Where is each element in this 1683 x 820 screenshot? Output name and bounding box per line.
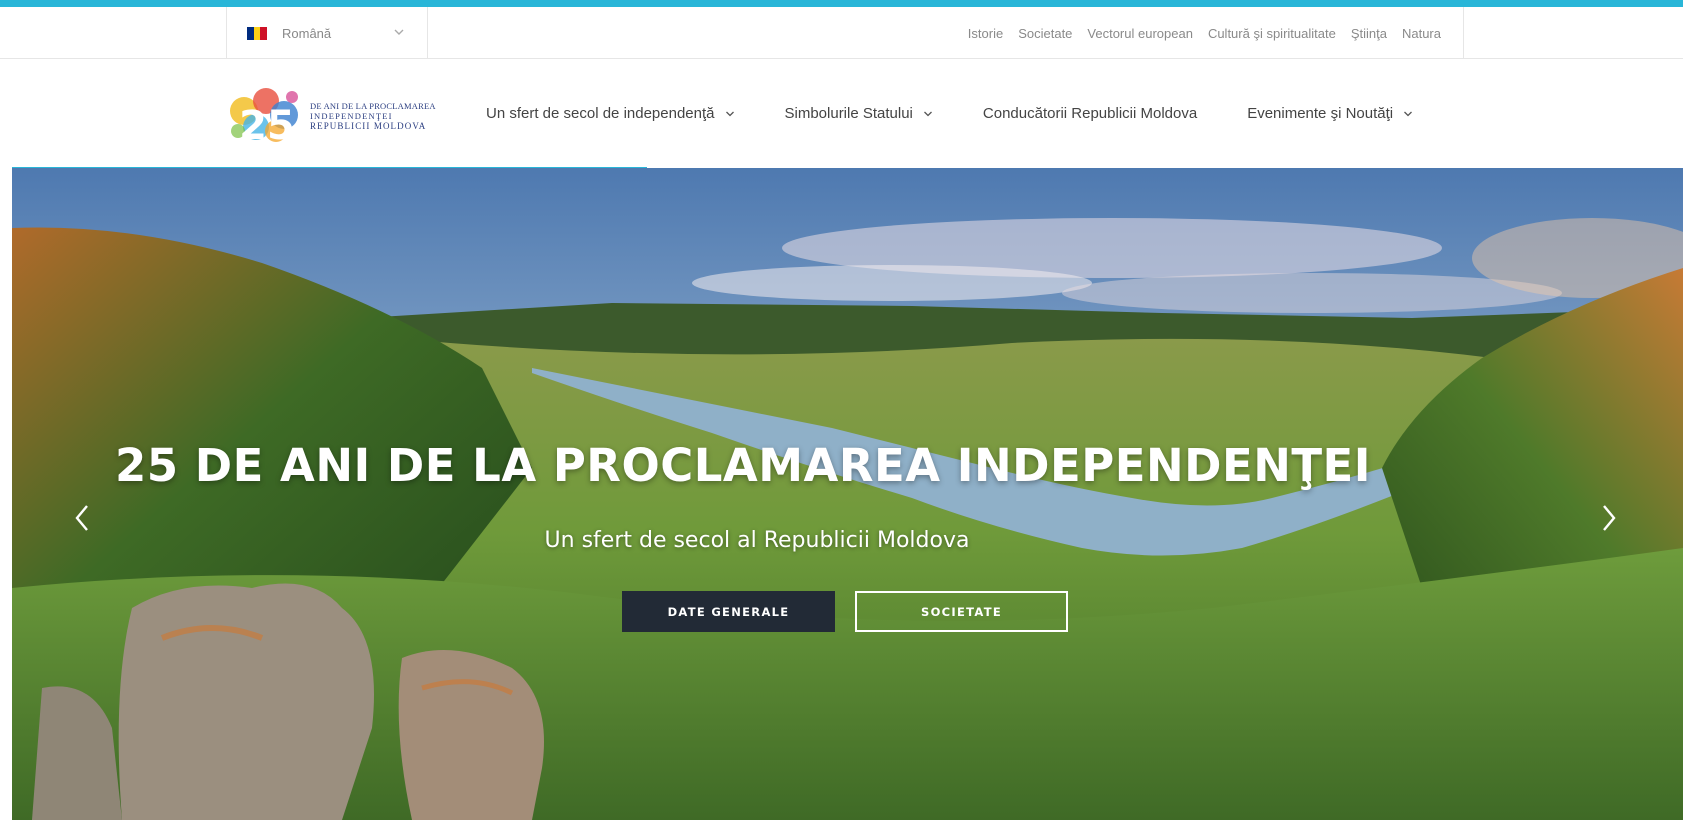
nav-item-evenimente[interactable]: Evenimente şi Noutăţi — [1247, 105, 1413, 122]
chevron-down-icon — [394, 29, 404, 35]
romania-flag-icon — [247, 26, 268, 40]
utility-nav: Istorie Societate Vectorul european Cult… — [953, 7, 1464, 59]
logo-number: 25 — [239, 103, 295, 149]
date-generale-button[interactable]: DATE GENERALE — [622, 591, 835, 632]
logo-text: DE ANI DE LA PROCLAMAREA INDEPENDENŢEI R… — [310, 101, 436, 131]
nav-item-label: Evenimente şi Noutăţi — [1247, 105, 1394, 122]
main-nav: Un sfert de secol de independenţă Simbol… — [486, 60, 1463, 167]
utility-link-natura[interactable]: Natura — [1402, 26, 1441, 41]
logo-25-emblem: 25 — [230, 88, 298, 149]
logo-line-1: DE ANI DE LA PROCLAMAREA — [310, 101, 436, 111]
language-label: Română — [282, 25, 332, 41]
chevron-down-icon — [1404, 111, 1413, 116]
hero-slider: 25 DE ANI DE LA PROCLAMAREA INDEPENDENŢE… — [12, 168, 1683, 820]
societate-button[interactable]: SOCIETATE — [855, 591, 1068, 632]
language-selector[interactable]: Română — [226, 7, 428, 59]
nav-item-label: Conducătorii Republicii Moldova — [982, 105, 1198, 122]
utility-link-stiinta[interactable]: Ştiinţa — [1351, 26, 1387, 41]
site-logo[interactable]: 25 DE ANI DE LA PROCLAMAREA INDEPENDENŢE… — [226, 81, 461, 151]
utility-link-cultura[interactable]: Cultură şi spiritualitate — [1208, 26, 1336, 41]
nav-item-label: Simbolurile Statului — [784, 105, 913, 122]
nav-item-sfert-de-secol[interactable]: Un sfert de secol de independenţă — [486, 105, 735, 122]
logo-line-3: REPUBLICII MOLDOVA — [310, 121, 427, 131]
main-header: 25 DE ANI DE LA PROCLAMAREA INDEPENDENŢE… — [0, 60, 1683, 167]
nav-item-label: Un sfert de secol de independenţă — [486, 105, 715, 122]
nav-item-simbolurile-statului[interactable]: Simbolurile Statului — [785, 105, 933, 122]
chevron-down-icon — [923, 111, 932, 116]
top-utility-bar: Română Istorie Societate Vectorul europe… — [0, 7, 1683, 59]
hero-title: 25 DE ANI DE LA PROCLAMAREA INDEPENDENŢE… — [114, 439, 1372, 492]
logo-line-2: INDEPENDENŢEI — [310, 111, 393, 121]
arrow-right-icon[interactable] — [1594, 498, 1624, 538]
utility-link-vectorul-european[interactable]: Vectorul european — [1087, 26, 1193, 41]
nav-item-conducatorii[interactable]: Conducătorii Republicii Moldova — [983, 105, 1197, 122]
hero-landscape-image — [12, 168, 1683, 820]
utility-link-societate[interactable]: Societate — [1018, 26, 1072, 41]
hero-subtitle: Un sfert de secol al Republicii Moldova — [544, 528, 970, 553]
chevron-down-icon — [725, 111, 734, 116]
utility-link-istorie[interactable]: Istorie — [968, 26, 1003, 41]
top-accent-bar — [0, 0, 1683, 7]
